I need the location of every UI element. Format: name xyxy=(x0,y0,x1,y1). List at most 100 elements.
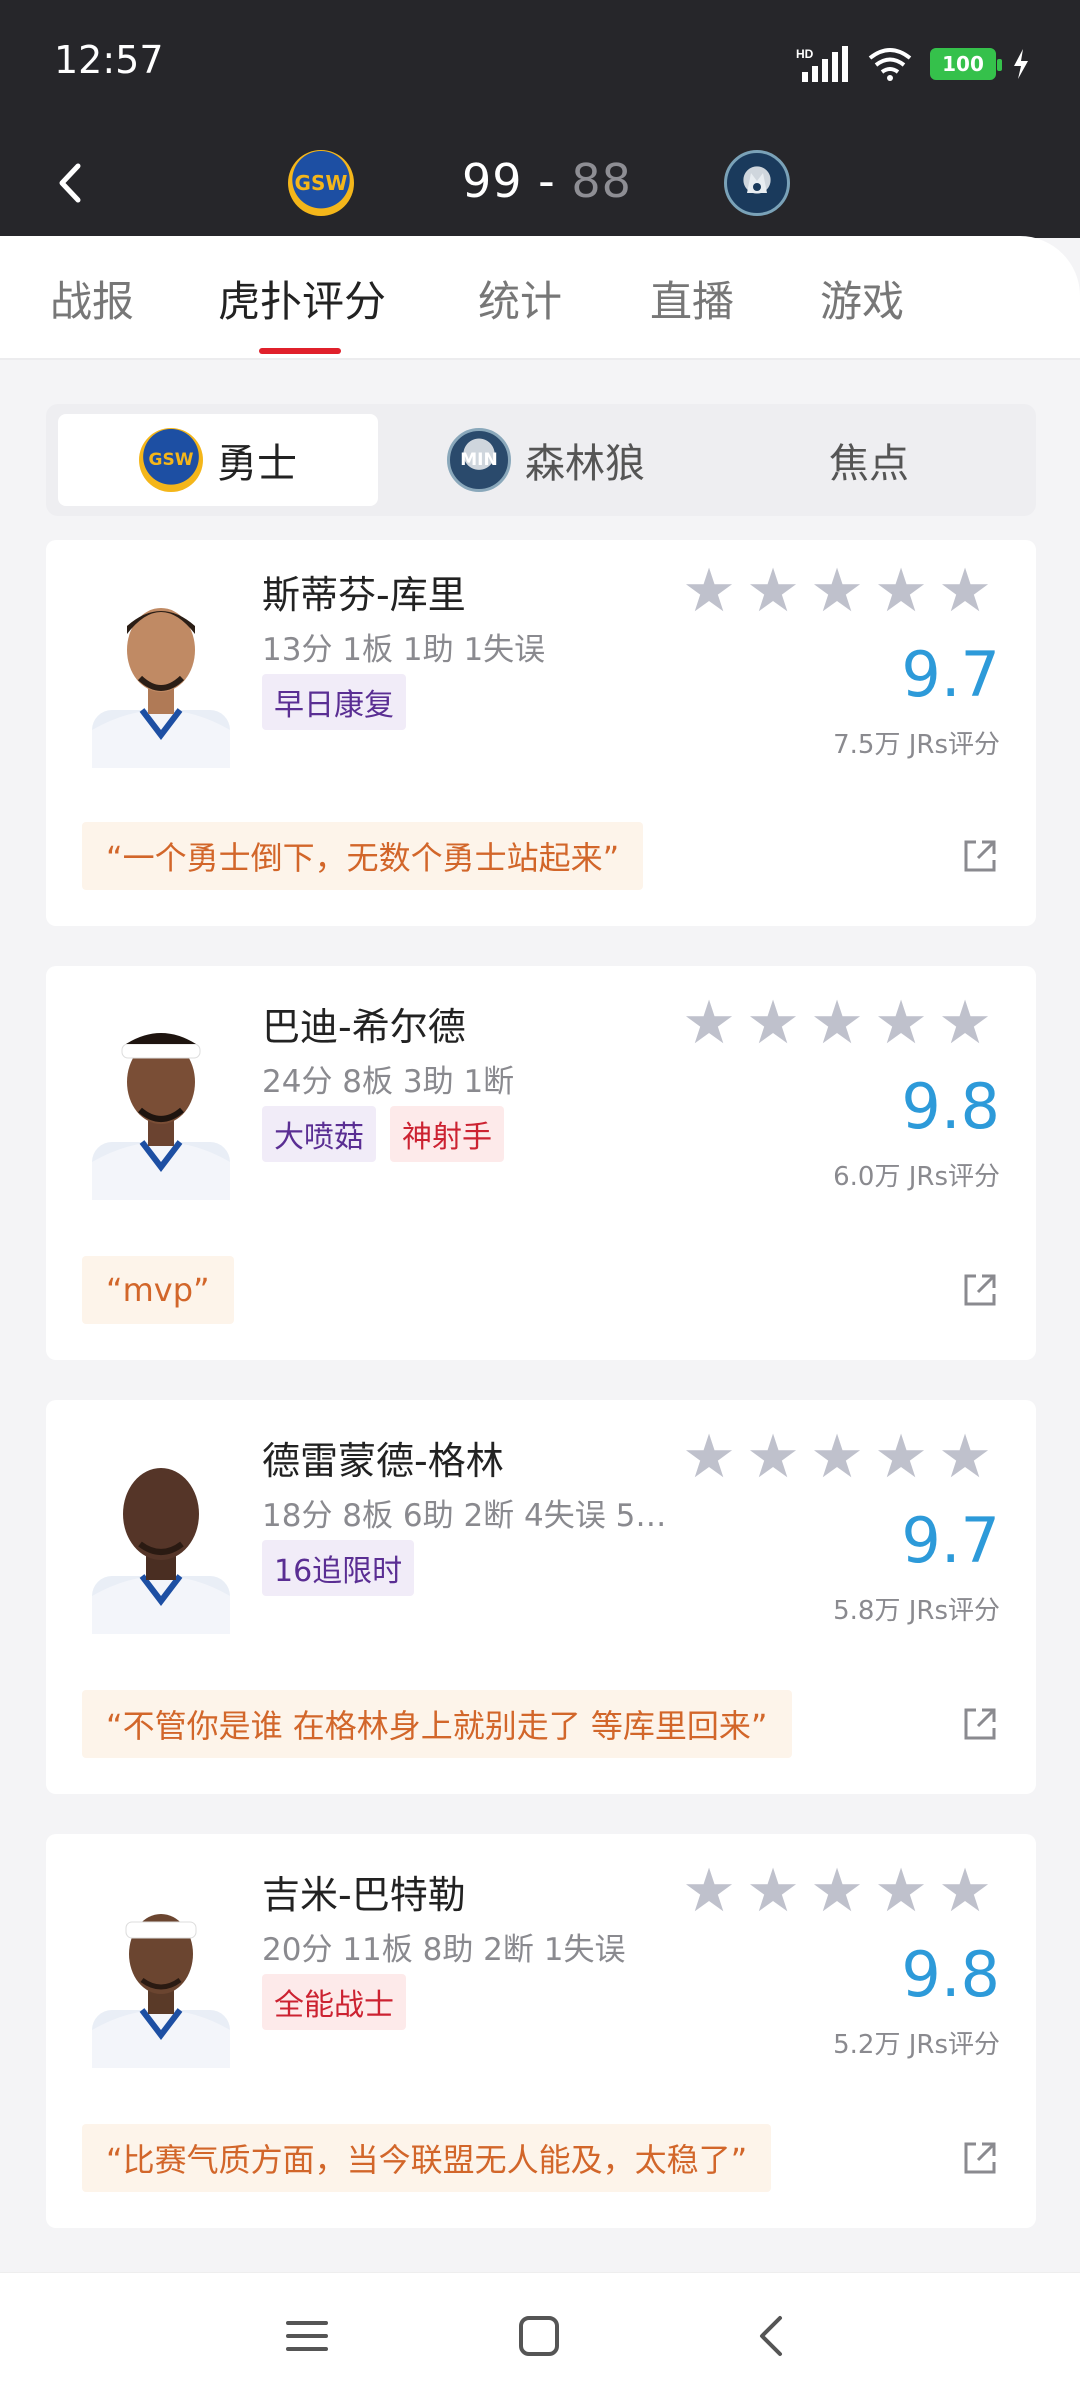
player-avatar xyxy=(82,570,240,768)
star-icon[interactable]: ★ xyxy=(810,1861,864,1921)
player-card[interactable]: 吉米-巴特勒 20分 11板 8助 2断 1失误 全能战士 ★ ★ ★ ★ ★ … xyxy=(46,1834,1036,2228)
charging-icon xyxy=(1014,49,1028,79)
game-score: 99 - 88 xyxy=(462,154,632,208)
player-avatar xyxy=(82,1870,240,2068)
rating-count: 6.0万 JRs评分 xyxy=(833,1162,1000,1192)
player-stats: 20分 11板 8助 2断 1失误 xyxy=(262,1932,626,1968)
timberwolves-logo-text: MIN xyxy=(460,450,498,470)
star-icon[interactable]: ★ xyxy=(682,993,736,1053)
star-icon[interactable]: ★ xyxy=(938,1427,992,1487)
star-icon[interactable]: ★ xyxy=(746,1861,800,1921)
player-tags: 早日康复 xyxy=(262,674,406,730)
star-icon[interactable]: ★ xyxy=(874,1861,928,1921)
star-icon[interactable]: ★ xyxy=(682,561,736,621)
tab-stats[interactable]: 统计 xyxy=(478,268,562,329)
player-card[interactable]: 斯蒂芬-库里 13分 1板 1助 1失误 早日康复 ★ ★ ★ ★ ★ 9.7 … xyxy=(46,540,1036,926)
player-avatar xyxy=(82,1436,240,1634)
player-tag[interactable]: 全能战士 xyxy=(262,1974,406,2030)
menu-icon[interactable] xyxy=(284,2313,330,2359)
home-team-logo[interactable]: GSW xyxy=(288,150,354,216)
tab-games[interactable]: 游戏 xyxy=(820,268,904,329)
player-stats: 18分 8板 6助 2断 4失误 5… xyxy=(262,1498,667,1534)
score-separator: - xyxy=(538,154,556,208)
player-tag[interactable]: 大喷菇 xyxy=(262,1106,376,1162)
star-icon[interactable]: ★ xyxy=(746,1427,800,1487)
home-square-icon[interactable] xyxy=(516,2313,562,2359)
star-icon[interactable]: ★ xyxy=(682,1861,736,1921)
player-rating: 9.8 xyxy=(901,1938,1000,2011)
player-name: 斯蒂芬-库里 xyxy=(262,573,466,617)
star-icon[interactable]: ★ xyxy=(810,561,864,621)
player-tag[interactable]: 神射手 xyxy=(390,1106,504,1162)
score-bar: GSW 99 - 88 xyxy=(0,138,1080,228)
star-icon[interactable]: ★ xyxy=(874,993,928,1053)
chevron-left-icon[interactable] xyxy=(50,158,90,208)
battery-icon: 100 xyxy=(930,48,1002,80)
timberwolves-logo: MIN xyxy=(447,428,511,492)
share-icon[interactable] xyxy=(960,1270,1000,1310)
top-comment[interactable]: “不管你是谁 在格林身上就别走了 等库里回来” xyxy=(82,1690,792,1758)
tab-bar: 战报 虎扑评分 统计 直播 游戏 xyxy=(0,236,1080,360)
star-icon[interactable]: ★ xyxy=(874,1427,928,1487)
star-icon[interactable]: ★ xyxy=(938,993,992,1053)
star-icon[interactable]: ★ xyxy=(938,561,992,621)
top-comment[interactable]: “一个勇士倒下，无数个勇士站起来” xyxy=(82,822,644,890)
player-name: 巴迪-希尔德 xyxy=(262,1005,466,1049)
status-icons: HD 100 xyxy=(796,40,1030,88)
player-name: 德雷蒙德-格林 xyxy=(262,1439,504,1483)
rating-count: 7.5万 JRs评分 xyxy=(833,730,1000,760)
segment-warriors-label: 勇士 xyxy=(217,441,297,487)
star-icon[interactable]: ★ xyxy=(682,1427,736,1487)
player-stats: 24分 8板 3助 1断 xyxy=(262,1064,515,1100)
star-icon[interactable]: ★ xyxy=(874,561,928,621)
star-rating-input[interactable]: ★ ★ ★ ★ ★ xyxy=(682,993,992,1053)
tab-hupu-rating[interactable]: 虎扑评分 xyxy=(218,268,386,329)
share-icon[interactable] xyxy=(960,2138,1000,2178)
wifi-icon xyxy=(868,48,912,81)
player-tags: 16追限时 xyxy=(262,1540,415,1596)
home-score: 99 xyxy=(462,154,523,208)
segment-timberwolves-label: 森林狼 xyxy=(525,441,645,487)
share-icon[interactable] xyxy=(960,1704,1000,1744)
segment-focus[interactable]: 焦点 xyxy=(714,414,1024,506)
segment-focus-label: 焦点 xyxy=(829,441,909,487)
share-icon[interactable] xyxy=(960,836,1000,876)
home-team-logo-text: GSW xyxy=(294,171,348,195)
star-rating-input[interactable]: ★ ★ ★ ★ ★ xyxy=(682,1427,992,1487)
star-rating-input[interactable]: ★ ★ ★ ★ ★ xyxy=(682,561,992,621)
star-icon[interactable]: ★ xyxy=(810,1427,864,1487)
warriors-logo: GSW xyxy=(139,428,203,492)
tab-report[interactable]: 战报 xyxy=(50,268,134,329)
segment-warriors[interactable]: GSW 勇士 xyxy=(58,414,378,506)
status-bar: 12:57 HD 100 xyxy=(0,0,1080,125)
star-icon[interactable]: ★ xyxy=(810,993,864,1053)
player-card[interactable]: 德雷蒙德-格林 18分 8板 6助 2断 4失误 5… 16追限时 ★ ★ ★ … xyxy=(46,1400,1036,1794)
back-nav-icon[interactable] xyxy=(750,2313,796,2359)
player-rating: 9.7 xyxy=(901,1504,1000,1577)
player-rating: 9.8 xyxy=(901,1070,1000,1143)
warriors-logo-text: GSW xyxy=(148,450,194,470)
away-score: 88 xyxy=(571,154,632,208)
team-segment-control: GSW 勇士 MIN 森林狼 焦点 xyxy=(46,404,1036,516)
player-rating: 9.7 xyxy=(901,638,1000,711)
top-header: 12:57 HD 100 GSW 99 - 88 xyxy=(0,0,1080,238)
wolf-logo-icon xyxy=(747,173,767,193)
player-tag[interactable]: 早日康复 xyxy=(262,674,406,730)
player-stats: 13分 1板 1助 1失误 xyxy=(262,632,546,668)
signal-icon: HD xyxy=(796,46,848,82)
top-comment[interactable]: “比赛气质方面，当今联盟无人能及，太稳了” xyxy=(82,2124,772,2192)
active-tab-indicator xyxy=(259,348,341,354)
rating-count: 5.8万 JRs评分 xyxy=(833,1596,1000,1626)
player-name: 吉米-巴特勒 xyxy=(262,1873,466,1917)
segment-timberwolves[interactable]: MIN 森林狼 xyxy=(386,414,706,506)
star-icon[interactable]: ★ xyxy=(938,1861,992,1921)
star-rating-input[interactable]: ★ ★ ★ ★ ★ xyxy=(682,1861,992,1921)
top-comment[interactable]: “mvp” xyxy=(82,1256,234,1324)
star-icon[interactable]: ★ xyxy=(746,993,800,1053)
tab-live[interactable]: 直播 xyxy=(650,268,734,329)
player-tag[interactable]: 16追限时 xyxy=(262,1540,415,1596)
away-team-logo[interactable] xyxy=(724,150,790,216)
player-card[interactable]: 巴迪-希尔德 24分 8板 3助 1断 大喷菇 神射手 ★ ★ ★ ★ ★ 9.… xyxy=(46,966,1036,1360)
rating-count: 5.2万 JRs评分 xyxy=(833,2030,1000,2060)
star-icon[interactable]: ★ xyxy=(746,561,800,621)
